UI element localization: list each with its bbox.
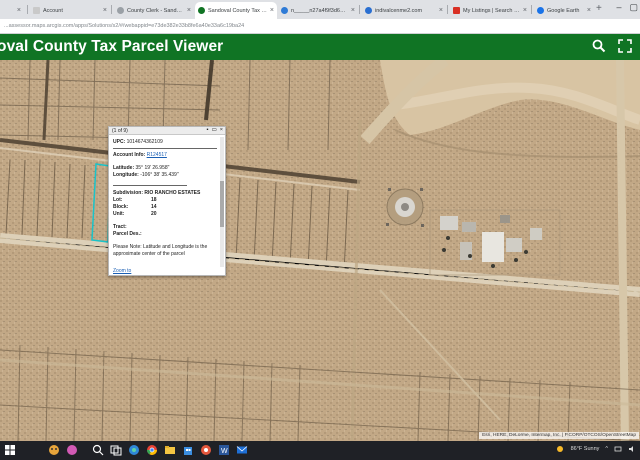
browser-tab-4[interactable]: n_____n27a4f9f3d6db5 ×	[278, 2, 358, 19]
tab-close-icon[interactable]: ×	[270, 7, 274, 14]
mail-icon[interactable]	[236, 444, 248, 456]
tab-favicon-icon	[281, 7, 288, 14]
tract-label: Tract:	[113, 224, 127, 230]
svg-text:W: W	[221, 448, 228, 455]
browser-tab-google-earth[interactable]: Google Earth ×	[534, 2, 594, 19]
address-bar[interactable]: ...assessor.maps.arcgis.com/apps/Solutio…	[0, 19, 640, 34]
window-controls: – ▢	[616, 2, 638, 13]
tab-favicon-icon	[365, 7, 372, 14]
parcel-info-popup: (1 of 9) ▪ ▭ × UPC: 1014674362109 Accoun…	[108, 126, 226, 276]
word-icon[interactable]: W	[218, 444, 230, 456]
browser-tab-my-listings[interactable]: My Listings | Search Re ×	[450, 2, 530, 19]
popup-body: UPC: 1014674362109 Account Info: R124517…	[109, 136, 221, 268]
start-icon[interactable]	[4, 444, 16, 456]
tab-favicon-icon	[537, 7, 544, 14]
tab-favicon-icon	[198, 7, 205, 14]
app-icon[interactable]	[66, 444, 78, 456]
search-icon[interactable]	[592, 39, 606, 53]
weather-text[interactable]: 86°F Sunny	[571, 446, 600, 452]
zoom-extent-icon[interactable]	[618, 39, 632, 53]
task-view-icon[interactable]	[110, 444, 122, 456]
zoom-to-link[interactable]: Zoom to	[113, 268, 131, 274]
browser-tab-partial[interactable]: a ×	[0, 2, 24, 19]
longitude-value: -106° 38' 35.439"	[140, 172, 179, 178]
unit-value: 20	[151, 211, 157, 217]
popup-header: (1 of 9) ▪ ▭ ×	[109, 127, 225, 135]
account-link[interactable]: R124517	[147, 152, 167, 158]
map-attribution: Esri, HERE, DeLorme, Intermap, Inc. | P.…	[479, 432, 639, 439]
close-icon[interactable]: ×	[220, 127, 223, 133]
search-icon[interactable]	[92, 444, 104, 456]
app-header: oval County Tax Parcel Viewer	[0, 34, 640, 60]
browser-tab-5[interactable]: indivalcenme2.com ×	[362, 2, 446, 19]
tab-close-icon[interactable]: ×	[587, 7, 591, 14]
maximize-window-icon[interactable]: ▢	[629, 2, 638, 13]
tab-close-icon[interactable]: ×	[17, 7, 21, 14]
edge-icon[interactable]	[128, 444, 140, 456]
photos-icon[interactable]	[200, 444, 212, 456]
subdivision-value: RIO RANCHO ESTATES	[144, 190, 201, 196]
minimize-icon[interactable]: –	[616, 2, 621, 13]
volume-icon[interactable]	[628, 445, 636, 453]
upc-value: 1014674362109	[126, 139, 163, 145]
weather-icon[interactable]	[555, 444, 565, 454]
maximize-icon[interactable]: ▪	[207, 127, 209, 133]
tab-close-icon[interactable]: ×	[103, 7, 107, 14]
dock-icon[interactable]: ▭	[212, 127, 217, 133]
chrome-icon[interactable]	[146, 444, 158, 456]
browser-tab-bar: a × Account × County Clerk - Sandoval × …	[0, 0, 640, 19]
tab-favicon-icon	[453, 7, 460, 14]
tab-close-icon[interactable]: ×	[439, 7, 443, 14]
lot-value: 18	[151, 197, 157, 203]
app-title: oval County Tax Parcel Viewer	[0, 38, 224, 55]
tab-close-icon[interactable]: ×	[523, 7, 527, 14]
windows-taskbar: W 86°F Sunny ^	[0, 441, 640, 460]
browser-tab-parcel-viewer[interactable]: Sandoval County Tax Par ×	[195, 2, 277, 19]
store-icon[interactable]	[182, 444, 194, 456]
address-url[interactable]: ...assessor.maps.arcgis.com/apps/Solutio…	[4, 23, 634, 29]
popup-scrollbar[interactable]	[220, 137, 224, 267]
tray-chevron-icon[interactable]: ^	[605, 446, 608, 452]
browser-tab-county-clerk[interactable]: County Clerk - Sandoval ×	[114, 2, 194, 19]
popup-scroll-thumb[interactable]	[220, 181, 224, 227]
tab-favicon-icon	[33, 7, 40, 14]
tab-favicon-icon	[117, 7, 124, 14]
browser-tab-account[interactable]: Account ×	[30, 2, 110, 19]
system-tray: 86°F Sunny ^	[555, 444, 636, 454]
latitude-value: 35° 19' 26.958"	[135, 165, 170, 171]
lat-long-note: Please Note: Latitude and Longitude is t…	[113, 244, 208, 257]
network-icon[interactable]	[614, 445, 622, 453]
new-tab-icon[interactable]: +	[596, 3, 602, 14]
map-imagery	[0, 60, 640, 441]
tab-close-icon[interactable]: ×	[351, 7, 355, 14]
satellite-map[interactable]: Esri, HERE, DeLorme, Intermap, Inc. | P.…	[0, 60, 640, 441]
popup-feature-count: (1 of 9)	[112, 128, 128, 134]
file-explorer-icon[interactable]	[164, 444, 176, 456]
parcel-desc-label: Parcel Des.:	[113, 231, 142, 237]
tab-close-icon[interactable]: ×	[187, 7, 191, 14]
block-value: 14	[151, 204, 157, 210]
app-icon[interactable]	[48, 444, 60, 456]
